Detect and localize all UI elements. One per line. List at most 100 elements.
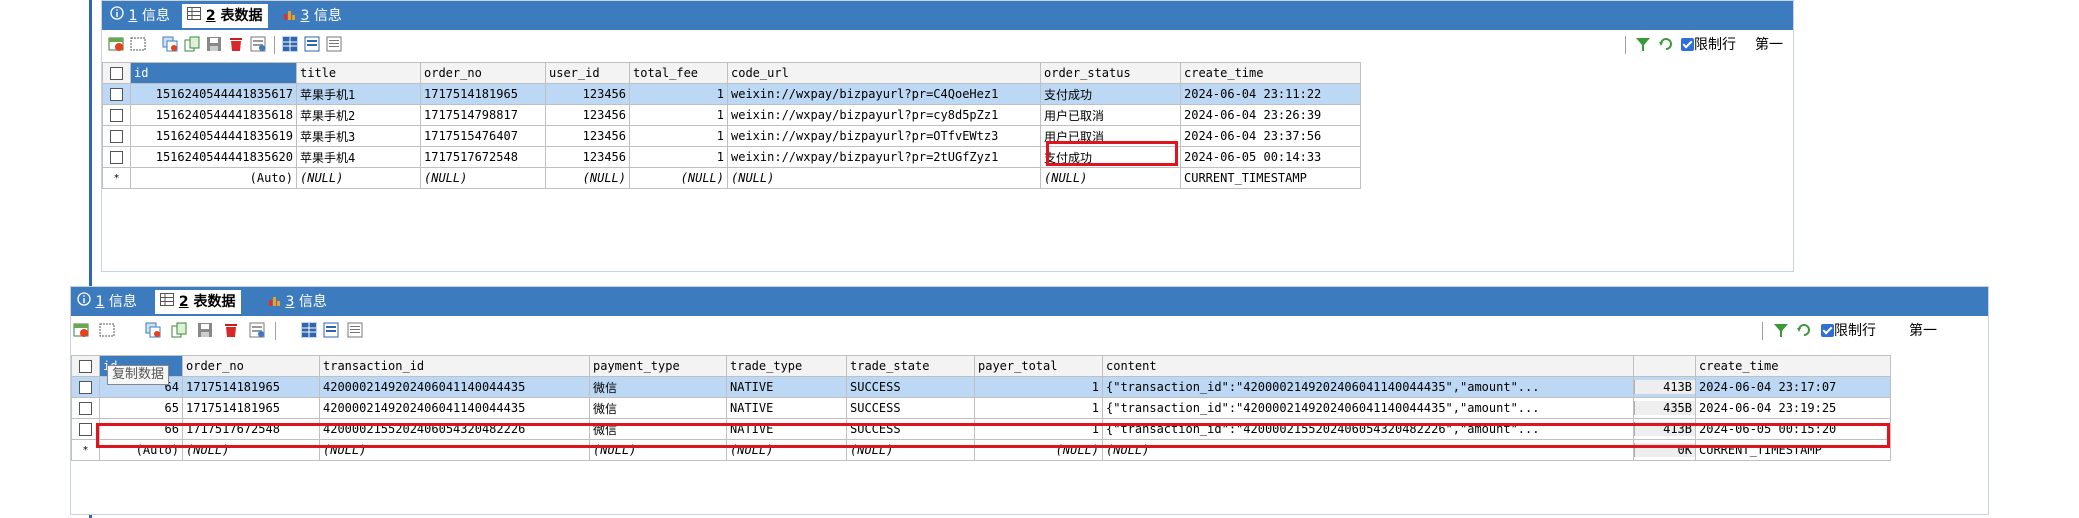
table-cell[interactable]: weixin://wxpay/bizpayurl?pr=C4QoeHez1 <box>727 83 1041 105</box>
table-cell[interactable]: 微信 <box>589 397 727 419</box>
col-header[interactable]: create_time <box>1695 355 1891 377</box>
tab-info[interactable]: 1 信息 <box>110 4 170 28</box>
table-cell[interactable]: 123456 <box>545 125 630 147</box>
table-cell[interactable]: 微信 <box>589 376 727 398</box>
table-cell[interactable]: 123456 <box>545 104 630 126</box>
table-cell[interactable]: 用户已取消 <box>1040 104 1181 126</box>
table-cell[interactable]: 1516240544441835617 <box>130 83 297 105</box>
form-view-icon[interactable] <box>323 322 339 338</box>
form-view-icon[interactable] <box>304 36 320 52</box>
col-header[interactable]: order_no <box>420 62 546 84</box>
table-cell[interactable]: SUCCESS <box>846 397 975 419</box>
reset-filter-icon[interactable] <box>1796 322 1812 338</box>
table-cell[interactable]: 苹果手机4 <box>296 146 421 168</box>
table-cell[interactable]: 65 <box>99 397 183 419</box>
table-cell[interactable]: 123456 <box>545 146 630 168</box>
new-row[interactable]: * (Auto) (NULL) (NULL) (NULL) (NULL) (NULL) (NU… <box>102 167 1361 189</box>
table-cell[interactable]: 1717514181965 <box>182 397 320 419</box>
table-cell[interactable]: 123456 <box>545 83 630 105</box>
row-checkbox[interactable] <box>102 146 131 168</box>
row-checkbox[interactable] <box>102 104 131 126</box>
table-cell[interactable]: (NULL) <box>629 167 728 189</box>
blob-size-button[interactable]: 435B <box>1633 397 1696 419</box>
table-cell[interactable]: 1516240544441835619 <box>130 125 297 147</box>
row-checkbox[interactable] <box>102 83 131 105</box>
table-cell[interactable]: 苹果手机1 <box>296 83 421 105</box>
table-cell[interactable]: CURRENT_TIMESTAMP <box>1180 167 1361 189</box>
table-cell[interactable]: 1 <box>629 146 728 168</box>
table-cell[interactable]: (NULL) <box>296 167 421 189</box>
table-cell[interactable]: SUCCESS <box>846 376 975 398</box>
select-all-checkbox[interactable] <box>102 62 131 84</box>
table-cell[interactable]: 1717514181965 <box>420 83 546 105</box>
filter-icon[interactable] <box>1773 322 1789 338</box>
table-cell[interactable]: 1717514798817 <box>420 104 546 126</box>
table-cell[interactable]: 支付成功 <box>1040 83 1181 105</box>
col-header[interactable]: trade_type <box>726 355 847 377</box>
table-cell[interactable]: 2024-06-04 23:19:25 <box>1695 397 1891 419</box>
col-header[interactable]: content <box>1102 355 1634 377</box>
copy-icon[interactable] <box>171 322 187 338</box>
grid-view-icon[interactable] <box>282 36 298 52</box>
col-header[interactable]: order_no <box>182 355 320 377</box>
table-cell[interactable]: 2024-06-04 23:37:56 <box>1180 125 1361 147</box>
tab-table-data[interactable]: 2 表数据 <box>155 290 241 314</box>
col-header[interactable]: code_url <box>727 62 1041 84</box>
tab-info-3[interactable]: 3 信息 <box>284 4 342 28</box>
table-cell[interactable]: 2024-06-05 00:14:33 <box>1180 146 1361 168</box>
duplicate-row-icon[interactable] <box>162 36 178 52</box>
table-cell[interactable]: 1 <box>629 83 728 105</box>
table-cell[interactable]: 2024-06-04 23:26:39 <box>1180 104 1361 126</box>
table-cell[interactable]: (NULL) <box>727 167 1041 189</box>
row-checkbox[interactable] <box>71 397 100 419</box>
duplicate-row-icon[interactable] <box>145 322 161 338</box>
text-view-icon[interactable] <box>326 36 342 52</box>
col-header[interactable]: order_status <box>1040 62 1181 84</box>
col-header[interactable]: user_id <box>545 62 630 84</box>
tab-info[interactable]: 1 信息 <box>77 290 137 314</box>
table-cell[interactable]: 1 <box>974 397 1103 419</box>
table-cell[interactable]: 1717517672548 <box>420 146 546 168</box>
row-checkbox[interactable] <box>102 125 131 147</box>
save-rows-dropdown-icon[interactable] <box>130 36 158 52</box>
table-cell[interactable]: 1 <box>974 376 1103 398</box>
limit-rows-toggle[interactable]: 限制行 <box>1681 37 1736 53</box>
delete-icon[interactable] <box>228 36 244 52</box>
table-cell[interactable]: 1516240544441835618 <box>130 104 297 126</box>
delete-icon[interactable] <box>223 322 239 338</box>
table-cell[interactable]: NATIVE <box>726 376 847 398</box>
table-row[interactable]: 1516240544441835617 苹果手机1 1717514181965 123… <box>102 83 1361 105</box>
table-row[interactable]: 1516240544441835618 苹果手机2 1717514798817 123… <box>102 104 1361 126</box>
refresh-grid-icon[interactable] <box>250 36 266 52</box>
save-rows-dropdown-icon[interactable] <box>99 322 127 338</box>
table-cell[interactable]: {"transaction_id":"420000214920240604114… <box>1102 397 1634 419</box>
col-header[interactable]: title <box>296 62 421 84</box>
save-icon[interactable] <box>197 322 213 338</box>
table-cell[interactable]: NATIVE <box>726 397 847 419</box>
table-cell[interactable]: 苹果手机3 <box>296 125 421 147</box>
col-header[interactable]: total_fee <box>629 62 728 84</box>
col-header[interactable]: trade_state <box>846 355 975 377</box>
save-icon[interactable] <box>206 36 222 52</box>
add-row-icon[interactable] <box>108 36 124 52</box>
select-all-checkbox[interactable] <box>71 355 100 377</box>
add-row-icon[interactable] <box>73 322 89 338</box>
table-cell[interactable]: 1 <box>629 104 728 126</box>
table-cell[interactable]: 4200002149202406041140044435 <box>319 376 590 398</box>
grid-view-icon[interactable] <box>301 322 317 338</box>
tab-info-3[interactable]: 3 信息 <box>269 290 327 314</box>
table-cell[interactable]: 1717514181965 <box>182 376 320 398</box>
text-view-icon[interactable] <box>347 322 363 338</box>
table-cell[interactable]: (NULL) <box>420 167 546 189</box>
table-cell[interactable]: 2024-06-04 23:17:07 <box>1695 376 1891 398</box>
table-cell[interactable]: {"transaction_id":"420000214920240604114… <box>1102 376 1634 398</box>
table-row[interactable]: 65 1717514181965 4200002149202406041140044… <box>71 397 1891 419</box>
table-cell[interactable]: 2024-06-04 23:11:22 <box>1180 83 1361 105</box>
col-header[interactable]: create_time <box>1180 62 1361 84</box>
table-cell[interactable]: 4200002149202406041140044435 <box>319 397 590 419</box>
limit-rows-toggle[interactable]: 限制行 <box>1821 323 1876 339</box>
table-cell[interactable]: (NULL) <box>1040 167 1181 189</box>
tab-table-data[interactable]: 2 表数据 <box>182 4 268 28</box>
table-cell[interactable]: (NULL) <box>545 167 630 189</box>
table-cell[interactable]: weixin://wxpay/bizpayurl?pr=cy8d5pZz1 <box>727 104 1041 126</box>
